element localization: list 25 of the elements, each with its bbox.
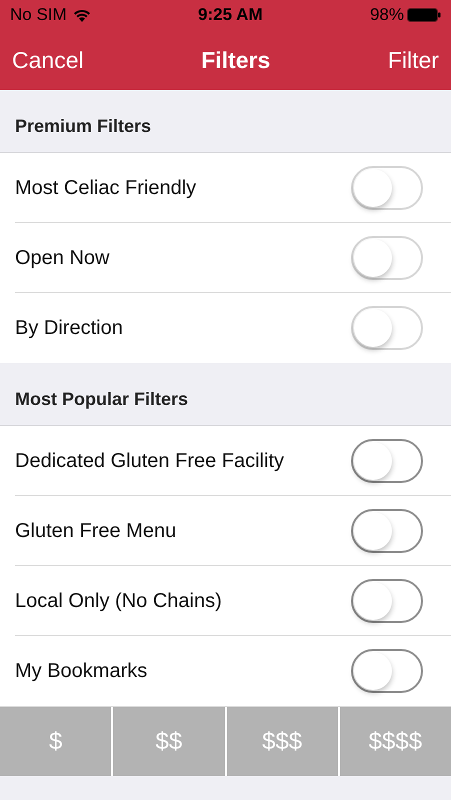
toggle-switch[interactable] — [351, 578, 423, 622]
filter-label: By Direction — [15, 316, 123, 341]
price-tab[interactable]: $ — [0, 707, 112, 776]
price-tab[interactable]: $$$$ — [340, 707, 451, 776]
toggle-switch[interactable] — [351, 508, 423, 552]
wifi-icon — [72, 8, 91, 22]
filter-label: Local Only (No Chains) — [15, 588, 222, 614]
clock-time: 9:25 AM — [198, 4, 263, 26]
section-header: Premium Filters — [15, 115, 152, 138]
section-header: Most Popular Filters — [15, 388, 188, 411]
filter-label: Most Celiac Friendly — [15, 176, 196, 200]
filter-label: My Bookmarks — [15, 659, 148, 684]
filter-label: Dedicated Gluten Free Facility — [15, 448, 284, 474]
filter-button[interactable]: Filter — [388, 42, 439, 78]
battery-icon — [407, 8, 441, 22]
cancel-button[interactable]: Cancel — [12, 42, 84, 78]
price-tab[interactable]: $$$ — [226, 707, 338, 776]
toggle-switch[interactable] — [351, 438, 423, 482]
price-tab[interactable]: $$ — [113, 707, 224, 776]
toggle-switch[interactable] — [351, 649, 423, 693]
carrier-label: No SIM — [10, 4, 67, 26]
filter-label: Gluten Free Menu — [15, 518, 176, 544]
filter-label: Open Now — [15, 246, 110, 270]
battery-percent: 98% — [370, 4, 404, 26]
screen-title: Filters — [201, 46, 270, 75]
